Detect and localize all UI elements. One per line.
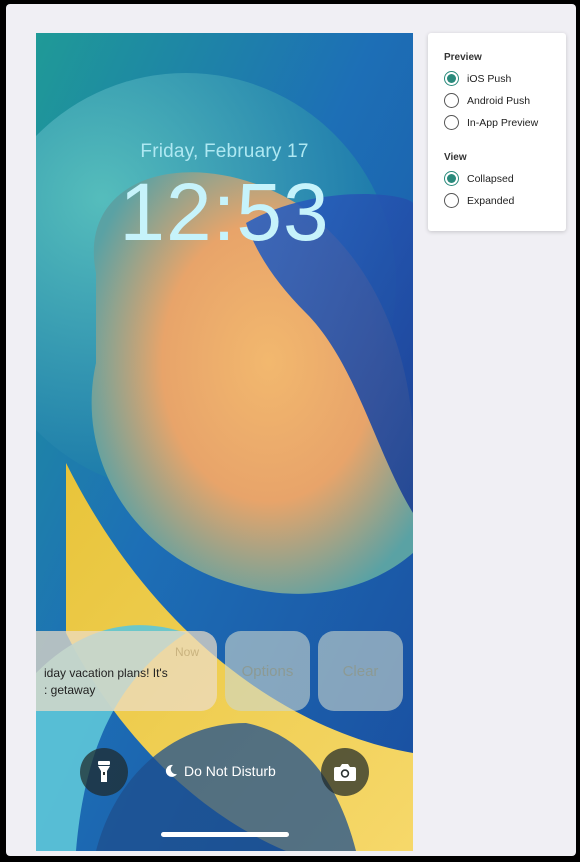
do-not-disturb[interactable]: Do Not Disturb <box>164 763 276 779</box>
option-ios-push-label: iOS Push <box>467 72 512 85</box>
option-collapsed-label: Collapsed <box>467 172 514 185</box>
option-android-push-label: Android Push <box>467 94 531 107</box>
notification-body: iday vacation plans! It's : getaway <box>44 666 168 697</box>
camera-icon <box>334 764 356 781</box>
flashlight-icon <box>98 761 110 782</box>
do-not-disturb-label: Do Not Disturb <box>184 763 276 779</box>
option-expanded[interactable]: Expanded <box>444 193 514 208</box>
option-collapsed[interactable]: Collapsed <box>444 171 514 186</box>
notification-time: Now <box>174 645 199 659</box>
radio-ios-push[interactable] <box>444 71 459 86</box>
lockscreen-date: Friday, February 17 <box>140 141 309 162</box>
phone-preview: Friday, February 17 12:53 Now iday vacat… <box>36 33 413 851</box>
moon-icon <box>165 764 177 777</box>
option-android-push[interactable]: Android Push <box>444 93 530 108</box>
radio-expanded[interactable] <box>444 193 459 208</box>
lockscreen-clock: 12:53 <box>119 167 330 258</box>
notification-card[interactable]: Now iday vacation plans! It's : getaway <box>36 631 217 711</box>
option-expanded-label: Expanded <box>467 194 515 207</box>
app-frame: Friday, February 17 12:53 Now iday vacat… <box>6 4 576 856</box>
radio-android-push[interactable] <box>444 93 459 108</box>
option-ios-push[interactable]: iOS Push <box>444 71 511 86</box>
radio-in-app-preview[interactable] <box>444 115 459 130</box>
notification-options-button[interactable]: Options <box>225 631 310 711</box>
view-group-title: View <box>444 152 467 163</box>
preview-options-panel: Preview iOS Push Android Push In-App Pre… <box>428 33 566 231</box>
option-in-app-preview[interactable]: In-App Preview <box>444 115 538 130</box>
home-indicator[interactable] <box>161 832 289 837</box>
flashlight-button[interactable] <box>80 748 128 796</box>
preview-group-title: Preview <box>444 52 482 63</box>
notification-clear-button[interactable]: Clear <box>318 631 403 711</box>
option-in-app-preview-label: In-App Preview <box>467 116 539 129</box>
radio-collapsed[interactable] <box>444 171 459 186</box>
camera-button[interactable] <box>321 748 369 796</box>
